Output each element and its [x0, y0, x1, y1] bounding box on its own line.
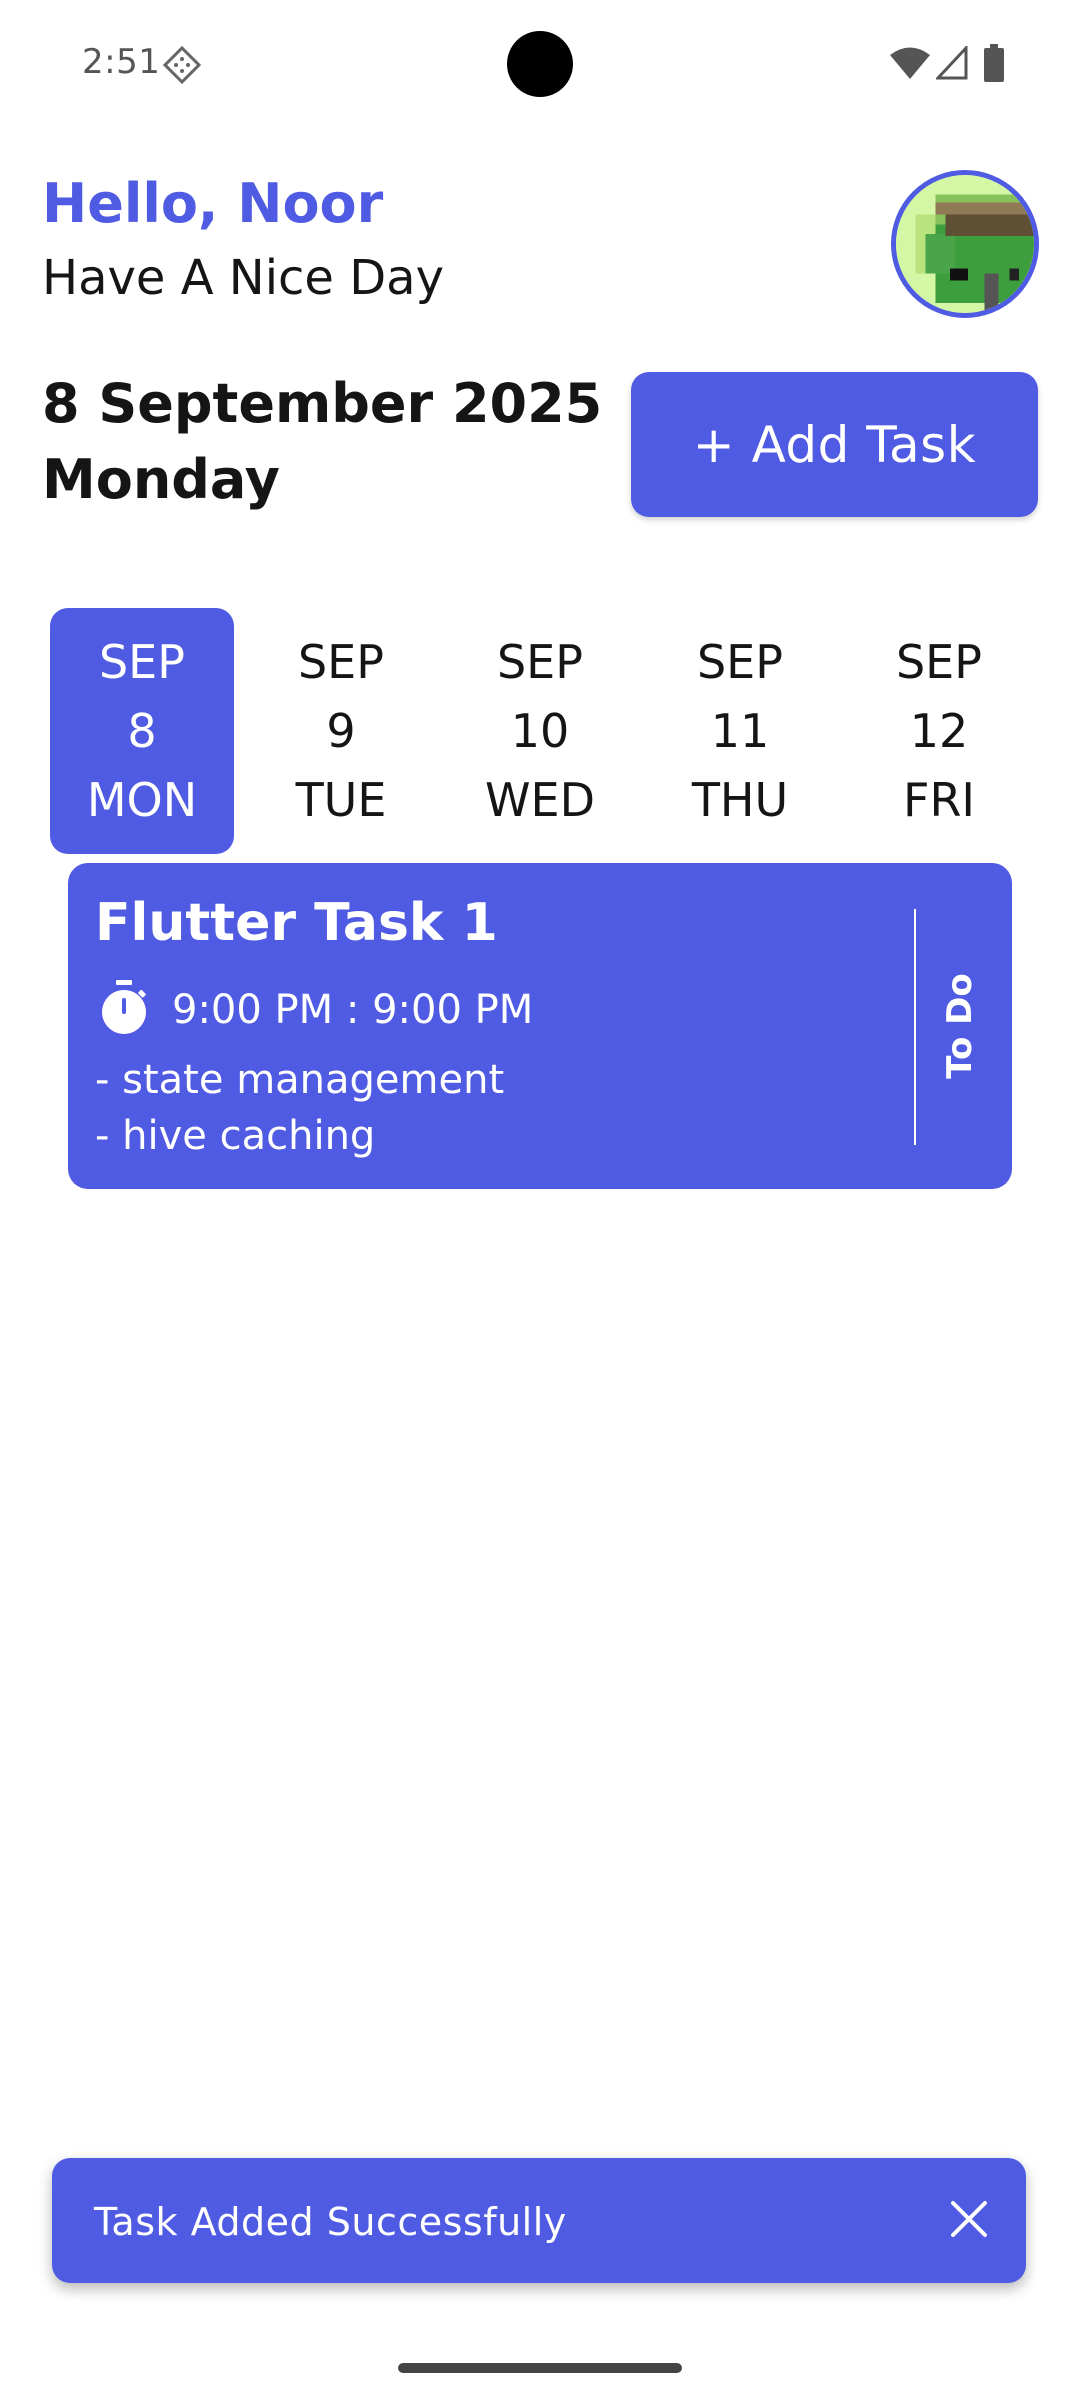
date-month: SEP	[297, 634, 384, 689]
date-day: 9	[326, 703, 356, 758]
subgreeting: Have A Nice Day	[42, 250, 444, 306]
date-weekday: WED	[485, 772, 595, 827]
greeting: Hello, Noor	[42, 172, 384, 235]
task-note: - hive caching	[95, 1113, 376, 1159]
date-day: 11	[710, 703, 770, 758]
task-note: - state management	[95, 1057, 505, 1103]
date-day: 12	[909, 703, 969, 758]
date-weekday: MON	[86, 772, 198, 827]
date-item-sep-9[interactable]: SEP 9 TUE	[249, 608, 433, 854]
task-time: 9:00 PM : 9:00 PM	[172, 987, 534, 1033]
date-month: SEP	[696, 634, 783, 689]
home-indicator[interactable]	[398, 2363, 682, 2373]
date-month: SEP	[98, 634, 185, 689]
camera-cutout	[507, 31, 573, 97]
task-divider	[914, 909, 916, 1145]
date-weekday: TUE	[295, 772, 387, 827]
date-item-sep-8[interactable]: SEP 8 MON	[50, 608, 234, 854]
current-weekday: Monday	[42, 448, 280, 511]
add-task-button[interactable]: + Add Task	[631, 372, 1038, 517]
date-item-sep-10[interactable]: SEP 10 WED	[448, 608, 632, 854]
status-bar: 2:51	[0, 0, 1080, 128]
battery-icon	[984, 44, 1004, 82]
pixel-avatar-icon	[896, 175, 1034, 313]
current-date: 8 September 2025	[42, 372, 603, 435]
date-weekday: THU	[691, 772, 789, 827]
task-title: Flutter Task 1	[95, 893, 498, 953]
snackbar: Task Added Successfully	[52, 2158, 1026, 2283]
date-month: SEP	[496, 634, 583, 689]
avatar[interactable]	[891, 170, 1039, 318]
close-icon	[951, 2201, 987, 2237]
timer-icon	[102, 980, 146, 1034]
snackbar-message: Task Added Successfully	[94, 2200, 567, 2244]
date-weekday: FRI	[903, 772, 975, 827]
date-day: 10	[510, 703, 570, 758]
task-card[interactable]: Flutter Task 1 9:00 PM : 9:00 PM - state…	[68, 863, 1012, 1189]
task-status-label: To Do	[940, 973, 980, 1079]
date-item-sep-11[interactable]: SEP 11 THU	[648, 608, 832, 854]
date-day: 8	[127, 703, 157, 758]
signal-icon	[936, 46, 968, 80]
wifi-icon	[890, 47, 930, 79]
date-item-sep-12[interactable]: SEP 12 FRI	[847, 608, 1031, 854]
date-month: SEP	[895, 634, 982, 689]
status-time: 2:51	[82, 42, 161, 82]
snackbar-close-button[interactable]	[942, 2192, 996, 2246]
sim-icon	[163, 46, 201, 84]
